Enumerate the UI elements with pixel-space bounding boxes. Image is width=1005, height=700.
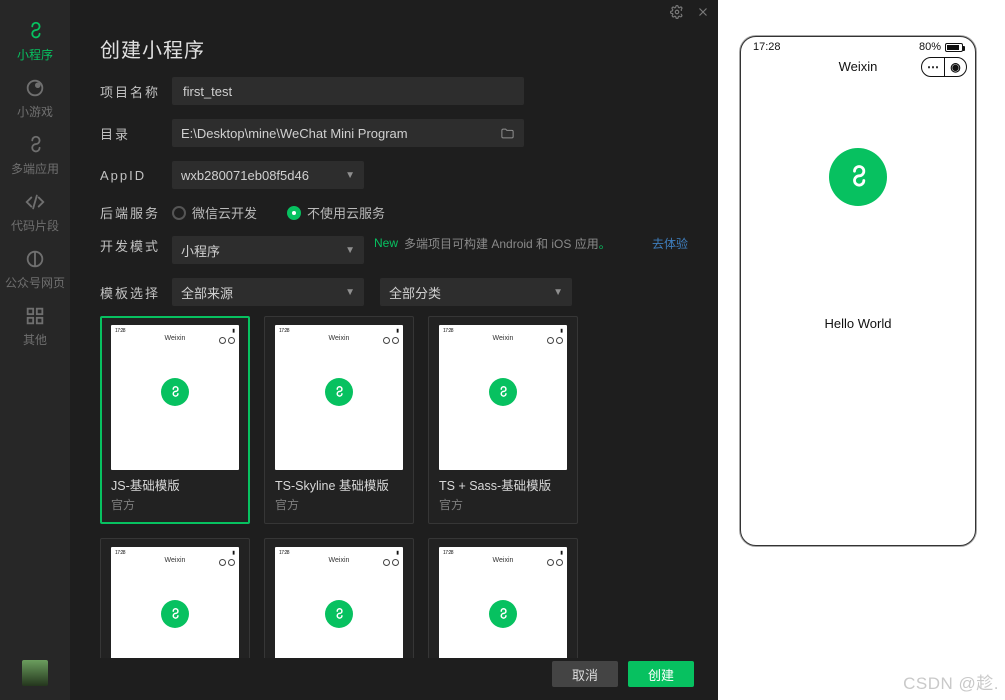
minigame-icon bbox=[24, 77, 46, 99]
template-grid-wrapper: 17:28▮ Weixin JS-基础模版官方 17:28▮ Weixin TS… bbox=[100, 316, 688, 658]
codefragment-icon bbox=[24, 191, 46, 213]
chevron-down-icon: ▼ bbox=[345, 170, 355, 181]
template-source: 官方 bbox=[111, 496, 239, 513]
devmode-hint: 多端项目可构建 Android 和 iOS 应用。 bbox=[404, 236, 611, 252]
sidebar-item-label: 多端应用 bbox=[11, 160, 59, 177]
sidebar-item-label: 公众号网页 bbox=[5, 274, 65, 291]
watermark-text: CSDN @趁. bbox=[903, 669, 999, 694]
officialpage-icon bbox=[24, 248, 46, 270]
capsule-more-icon[interactable]: ⋯ bbox=[922, 58, 944, 76]
create-button[interactable]: 创建 bbox=[628, 661, 694, 687]
template-source: 官方 bbox=[275, 496, 403, 513]
preview-hello-text: Hello World bbox=[825, 316, 892, 331]
miniprogram-logo-icon bbox=[161, 378, 189, 406]
other-icon bbox=[24, 305, 46, 327]
sidebar-item-label: 小游戏 bbox=[17, 103, 53, 120]
label-backend: 后端服务 bbox=[100, 203, 172, 222]
battery-icon: 80% bbox=[919, 41, 963, 53]
settings-icon[interactable] bbox=[670, 5, 684, 19]
close-icon[interactable] bbox=[696, 5, 710, 19]
folder-icon[interactable] bbox=[500, 126, 515, 141]
project-name-input[interactable] bbox=[181, 83, 515, 100]
preview-title: Weixin bbox=[839, 59, 878, 74]
miniprogram-logo-icon bbox=[325, 600, 353, 628]
template-grid: 17:28▮ Weixin JS-基础模版官方 17:28▮ Weixin TS… bbox=[100, 316, 688, 658]
template-card[interactable]: 17:28▮ Weixin bbox=[264, 538, 414, 658]
sidebar-item-label: 小程序 bbox=[17, 46, 53, 63]
label-devmode: 开发模式 bbox=[100, 236, 172, 255]
backend-radio-group: 微信云开发 不使用云服务 bbox=[172, 203, 385, 222]
cancel-button[interactable]: 取消 bbox=[552, 661, 618, 687]
try-link[interactable]: 去体验 bbox=[652, 236, 688, 252]
miniprogram-logo-icon bbox=[161, 600, 189, 628]
radio-dot-icon bbox=[172, 206, 186, 220]
template-name: JS-基础模版 bbox=[111, 478, 239, 494]
sidebar-item-multiend[interactable]: 多端应用 bbox=[0, 126, 70, 183]
template-name: TS-Skyline 基础模版 bbox=[275, 478, 403, 494]
template-source: 官方 bbox=[439, 496, 567, 513]
label-project-name: 项目名称 bbox=[100, 82, 172, 101]
miniprogram-logo-icon bbox=[489, 600, 517, 628]
label-directory: 目录 bbox=[100, 124, 172, 143]
sidebar-item-officialpage[interactable]: 公众号网页 bbox=[0, 240, 70, 297]
template-card[interactable]: 17:28▮ Weixin TS-Skyline 基础模版官方 bbox=[264, 316, 414, 524]
template-card[interactable]: 17:28▮ Weixin bbox=[428, 538, 578, 658]
template-name: TS + Sass-基础模版 bbox=[439, 478, 567, 494]
category-filter-value: 全部分类 bbox=[389, 283, 441, 302]
template-thumb: 17:28▮ Weixin bbox=[439, 325, 567, 470]
multiend-icon bbox=[24, 134, 46, 156]
radio-none[interactable]: 不使用云服务 bbox=[287, 203, 385, 222]
miniprogram-logo-icon bbox=[489, 378, 517, 406]
capsule-menu[interactable]: ⋯ ◉ bbox=[921, 57, 967, 77]
radio-label: 微信云开发 bbox=[192, 203, 257, 222]
template-thumb: 17:28▮ Weixin bbox=[275, 325, 403, 470]
devmode-value: 小程序 bbox=[181, 241, 220, 260]
template-thumb: 17:28▮ Weixin bbox=[111, 547, 239, 658]
template-thumb: 17:28▮ Weixin bbox=[275, 547, 403, 658]
directory-field[interactable]: E:\Desktop\mine\WeChat Mini Program bbox=[172, 119, 524, 147]
sidebar-item-label: 代码片段 bbox=[11, 217, 59, 234]
page-title: 创建小程序 bbox=[100, 34, 688, 63]
project-name-field[interactable] bbox=[172, 77, 524, 105]
sidebar-item-miniprogram[interactable]: 小程序 bbox=[0, 12, 70, 69]
new-badge: New bbox=[374, 236, 398, 250]
chevron-down-icon: ▼ bbox=[345, 287, 355, 298]
directory-value: E:\Desktop\mine\WeChat Mini Program bbox=[181, 126, 408, 141]
label-appid: AppID bbox=[100, 168, 172, 183]
appid-select[interactable]: wxb280071eb08f5d46 ▼ bbox=[172, 161, 364, 189]
sidebar-item-codefragment[interactable]: 代码片段 bbox=[0, 183, 70, 240]
capsule-target-icon[interactable]: ◉ bbox=[944, 58, 966, 76]
miniprogram-logo-icon bbox=[325, 378, 353, 406]
main-panel: 创建小程序 项目名称 目录 E:\Desktop\mine\WeChat Min… bbox=[70, 0, 718, 700]
radio-label: 不使用云服务 bbox=[307, 203, 385, 222]
category-filter-select[interactable]: 全部分类 ▼ bbox=[380, 278, 572, 306]
chevron-down-icon: ▼ bbox=[345, 245, 355, 256]
devmode-select[interactable]: 小程序 ▼ bbox=[172, 236, 364, 264]
sidebar: 小程序小游戏多端应用代码片段公众号网页其他 bbox=[0, 0, 70, 700]
preview-time: 17:28 bbox=[753, 41, 781, 53]
radio-dot-icon bbox=[287, 206, 301, 220]
source-filter-select[interactable]: 全部来源 ▼ bbox=[172, 278, 364, 306]
template-thumb: 17:28▮ Weixin bbox=[111, 325, 239, 470]
chevron-down-icon: ▼ bbox=[553, 287, 563, 298]
simulator-preview: 17:28 80% Weixin ⋯ ◉ Hello World bbox=[740, 36, 976, 546]
footer: 取消 创建 bbox=[70, 658, 718, 700]
source-filter-value: 全部来源 bbox=[181, 283, 233, 302]
template-thumb: 17:28▮ Weixin bbox=[439, 547, 567, 658]
appid-value: wxb280071eb08f5d46 bbox=[181, 168, 309, 183]
template-card[interactable]: 17:28▮ Weixin JS-基础模版官方 bbox=[100, 316, 250, 524]
sidebar-item-minigame[interactable]: 小游戏 bbox=[0, 69, 70, 126]
template-card[interactable]: 17:28▮ Weixin bbox=[100, 538, 250, 658]
miniprogram-logo-icon bbox=[829, 148, 887, 206]
radio-cloud[interactable]: 微信云开发 bbox=[172, 203, 257, 222]
template-card[interactable]: 17:28▮ Weixin TS + Sass-基础模版官方 bbox=[428, 316, 578, 524]
miniprogram-icon bbox=[24, 20, 46, 42]
label-template: 模板选择 bbox=[100, 283, 172, 302]
user-avatar[interactable] bbox=[22, 660, 48, 686]
sidebar-item-other[interactable]: 其他 bbox=[0, 297, 70, 354]
sidebar-item-label: 其他 bbox=[23, 331, 47, 348]
window-controls bbox=[70, 0, 718, 24]
